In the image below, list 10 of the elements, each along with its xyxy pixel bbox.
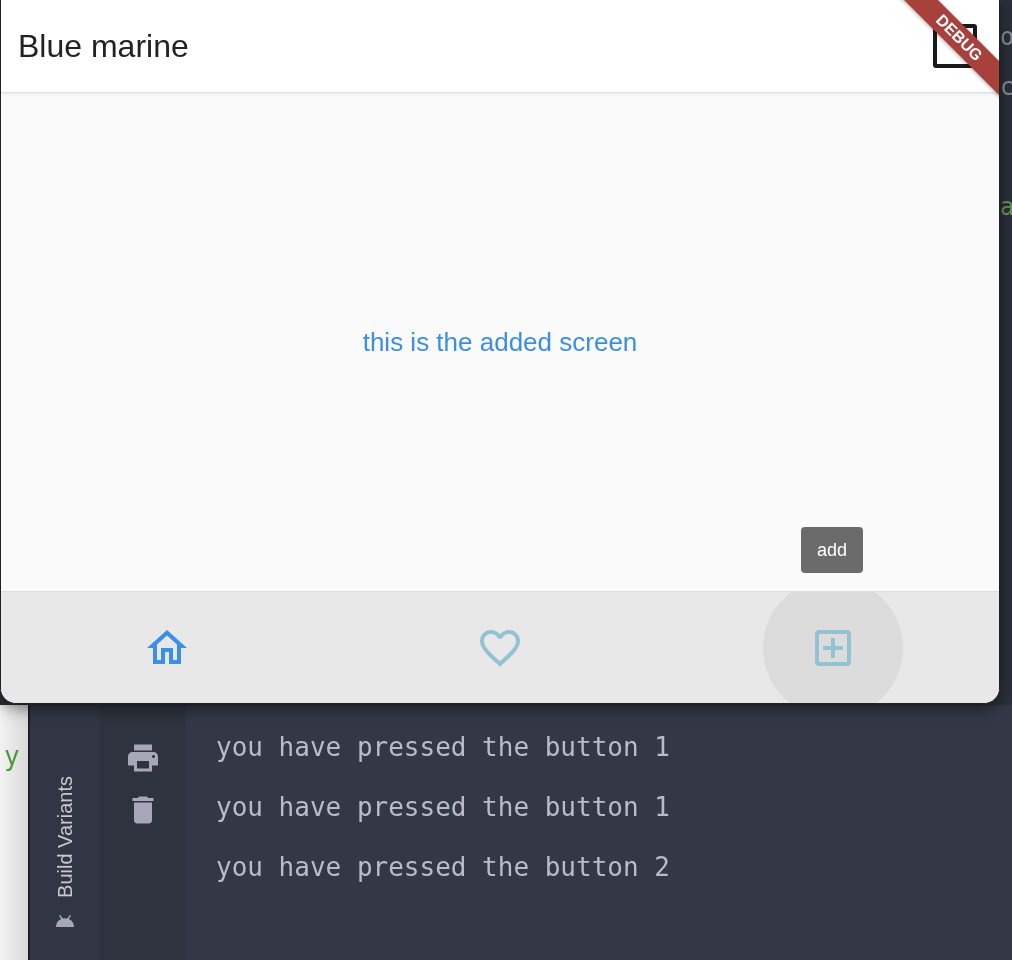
app-title: Blue marine [18,27,189,65]
code-fragment: o [1000,22,1012,52]
console-line: you have pressed the button 2 [216,851,671,884]
code-fragment: y [4,741,20,771]
code-fragment: a [1000,192,1012,222]
code-fragment: c [1000,72,1012,102]
tooltip: add [801,527,864,573]
console-line: you have pressed the button 1 [216,791,671,824]
console-line: you have pressed the button 1 [216,731,671,764]
screen-text: this is the added screen [362,327,638,358]
